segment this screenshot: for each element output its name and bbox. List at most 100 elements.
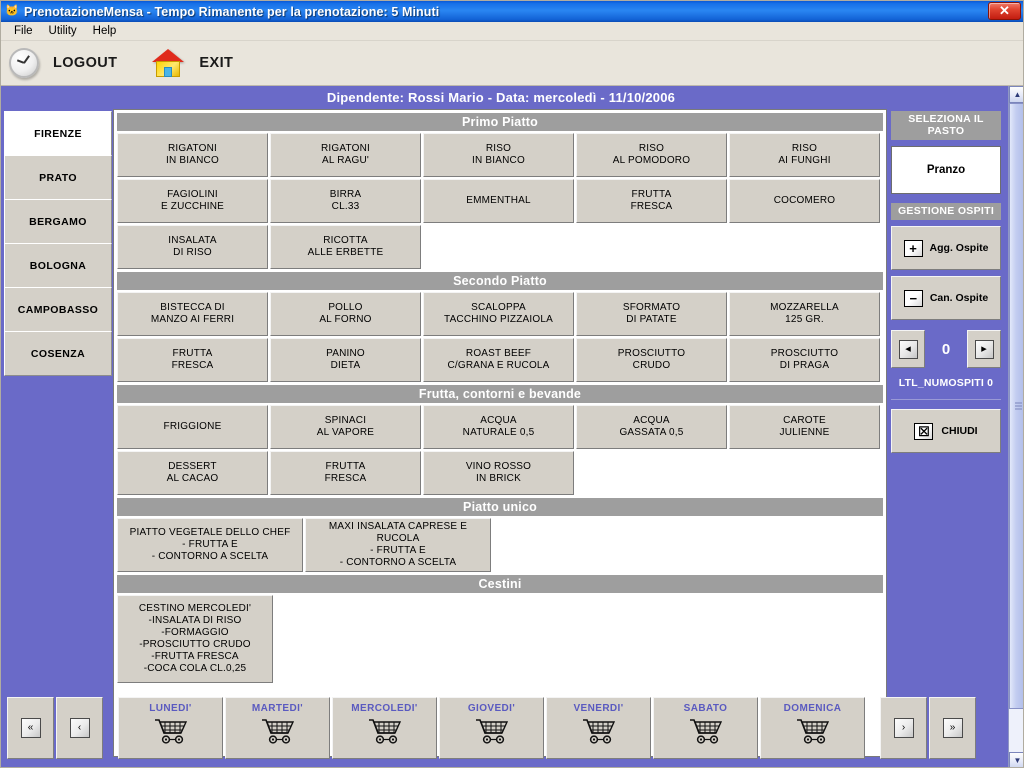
shopping-cart-icon bbox=[581, 717, 617, 745]
scroll-up-button[interactable]: ▲ bbox=[1009, 86, 1023, 103]
dish-button[interactable]: BISTECCA DI MANZO AI FERRI bbox=[117, 292, 268, 336]
main-stage: Dipendente: Rossi Mario - Data: mercoled… bbox=[1, 86, 1023, 767]
dish-button[interactable]: POLLO AL FORNO bbox=[270, 292, 421, 336]
scroll-down-button[interactable]: ▼ bbox=[1009, 752, 1023, 767]
prev-week-button-glyph: ‹ bbox=[69, 717, 90, 738]
dish-button[interactable]: PROSCIUTTO DI PRAGA bbox=[729, 338, 880, 382]
dish-text-line1: COCOMERO bbox=[773, 195, 836, 206]
add-guest-button[interactable]: + Agg. Ospite bbox=[891, 226, 1001, 270]
close-window-button[interactable]: ✕ bbox=[988, 2, 1021, 20]
employee-header: Dipendente: Rossi Mario - Data: mercoled… bbox=[326, 89, 676, 105]
dish-text-line1: RIGATONI bbox=[167, 143, 217, 154]
dish-button[interactable]: RISO IN BIANCO bbox=[423, 133, 574, 177]
first-week-button-glyph: « bbox=[20, 717, 41, 738]
dish-button[interactable]: MAXI INSALATA CAPRESE E RUCOLA - FRUTTA E… bbox=[305, 518, 491, 572]
vertical-scrollbar[interactable]: ▲ ▼ bbox=[1008, 86, 1023, 767]
first-week-button[interactable]: « bbox=[7, 696, 54, 759]
dish-button[interactable]: SPINACI AL VAPORE bbox=[270, 405, 421, 449]
clock-icon bbox=[9, 48, 39, 78]
dish-button[interactable]: FRUTTA FRESCA bbox=[270, 451, 421, 495]
menu-item-file[interactable]: File bbox=[7, 24, 42, 39]
dish-text-line1: ACQUA bbox=[480, 415, 517, 426]
dish-button[interactable]: FRIGGIONE bbox=[117, 405, 268, 449]
city-label: PRATO bbox=[39, 171, 77, 184]
dish-button[interactable]: CESTINO MERCOLEDI' -INSALATA DI RISO -FORM… bbox=[117, 595, 273, 683]
dish-button[interactable]: RICOTTA ALLE ERBETTE bbox=[270, 225, 421, 269]
dish-text-line2: IN BRICK bbox=[476, 473, 521, 484]
dish-text-line4: -PROSCIUTTO CRUDO bbox=[139, 639, 251, 650]
dish-button[interactable]: FRUTTA FRESCA bbox=[117, 338, 268, 382]
menu-item-utility[interactable]: Utility bbox=[42, 24, 86, 39]
shopping-cart-icon bbox=[688, 717, 724, 745]
city-button-firenze[interactable]: FIRENZE bbox=[4, 111, 112, 156]
dish-button[interactable]: VINO ROSSO IN BRICK bbox=[423, 451, 574, 495]
shopping-cart-icon bbox=[795, 717, 831, 745]
dish-text-line2: CRUDO bbox=[632, 360, 671, 371]
menu-item-help[interactable]: Help bbox=[86, 24, 126, 39]
day-button-giovedi[interactable]: GIOVEDI' bbox=[439, 696, 544, 759]
dish-button[interactable]: MOZZARELLA 125 GR. bbox=[729, 292, 880, 336]
day-label: DOMENICA bbox=[783, 702, 842, 714]
section-header: Primo Piatto bbox=[117, 113, 883, 131]
dish-text-line2: FRESCA bbox=[171, 360, 214, 371]
scrollbar-thumb[interactable] bbox=[1009, 103, 1023, 709]
exit-button[interactable]: EXIT bbox=[151, 48, 233, 78]
day-button-lunedi[interactable]: LUNEDI' bbox=[118, 696, 223, 759]
delete-guest-button[interactable]: − Can. Ospite bbox=[891, 276, 1001, 320]
day-button-mercoledi[interactable]: MERCOLEDI' bbox=[332, 696, 437, 759]
dish-button[interactable]: PROSCIUTTO CRUDO bbox=[576, 338, 727, 382]
logout-button[interactable]: LOGOUT bbox=[9, 48, 117, 78]
dish-button[interactable]: ACQUA GASSATA 0,5 bbox=[576, 405, 727, 449]
guest-next-button[interactable]: ▸ bbox=[967, 330, 1001, 368]
city-label: COSENZA bbox=[30, 347, 86, 360]
dish-button[interactable]: SCALOPPA TACCHINO PIZZAIOLA bbox=[423, 292, 574, 336]
day-button-domenica[interactable]: DOMENICA bbox=[760, 696, 865, 759]
city-button-bergamo[interactable]: BERGAMO bbox=[4, 199, 112, 244]
dish-button[interactable]: FRUTTA FRESCA bbox=[576, 179, 727, 223]
meal-value-display[interactable]: Pranzo bbox=[891, 146, 1001, 194]
dish-text-line1: FRUTTA bbox=[172, 348, 213, 359]
dish-button[interactable]: RISO AL POMODORO bbox=[576, 133, 727, 177]
city-button-campobasso[interactable]: CAMPOBASSO bbox=[4, 287, 112, 332]
city-button-cosenza[interactable]: COSENZA bbox=[4, 331, 112, 376]
prev-week-button[interactable]: ‹ bbox=[56, 696, 103, 759]
dish-button[interactable]: RIGATONI AL RAGU' bbox=[270, 133, 421, 177]
day-button-sabato[interactable]: SABATO bbox=[653, 696, 758, 759]
dish-button[interactable]: BIRRA CL.33 bbox=[270, 179, 421, 223]
dish-button[interactable]: RISO AI FUNGHI bbox=[729, 133, 880, 177]
city-label: BERGAMO bbox=[29, 215, 87, 228]
dish-button[interactable]: COCOMERO bbox=[729, 179, 880, 223]
dish-button[interactable]: EMMENTHAL bbox=[423, 179, 574, 223]
dish-text-line1: RISO bbox=[485, 143, 512, 154]
menu-panel: Primo Piatto RIGATONI IN BIANCO RIGATONI AL … bbox=[113, 109, 887, 757]
day-button-martedi[interactable]: MARTEDI' bbox=[225, 696, 330, 759]
menu-bar: File Utility Help bbox=[1, 22, 1023, 41]
scrollbar-track[interactable] bbox=[1009, 103, 1023, 752]
city-button-bologna[interactable]: BOLOGNA bbox=[4, 243, 112, 288]
dish-button[interactable]: PIATTO VEGETALE DELLO CHEF - FRUTTA E- CO… bbox=[117, 518, 303, 572]
dish-button[interactable]: SFORMATO DI PATATE bbox=[576, 292, 727, 336]
dish-button[interactable]: DESSERT AL CACAO bbox=[117, 451, 268, 495]
dish-button[interactable]: ROAST BEEF C/GRANA E RUCOLA bbox=[423, 338, 574, 382]
guests-header: GESTIONE OSPITI bbox=[891, 203, 1001, 220]
dish-text-line1: PROSCIUTTO bbox=[770, 348, 839, 359]
dish-text-line1: SPINACI bbox=[324, 415, 367, 426]
dish-button[interactable]: ACQUA NATURALE 0,5 bbox=[423, 405, 574, 449]
guest-prev-button[interactable]: ◂ bbox=[891, 330, 925, 368]
dish-button[interactable]: FAGIOLINI E ZUCCHINE bbox=[117, 179, 268, 223]
dish-button[interactable]: CAROTE JULIENNE bbox=[729, 405, 880, 449]
day-button-venerdi[interactable]: VENERDI' bbox=[546, 696, 651, 759]
next-week-button[interactable]: › bbox=[880, 696, 927, 759]
title-bar: 🐱 PrenotazioneMensa - Tempo Rimanente pe… bbox=[1, 1, 1023, 22]
dish-button[interactable]: INSALATA DI RISO bbox=[117, 225, 268, 269]
dish-button[interactable]: RIGATONI IN BIANCO bbox=[117, 133, 268, 177]
section-header: Cestini bbox=[117, 575, 883, 593]
last-week-button[interactable]: » bbox=[929, 696, 976, 759]
dish-text-line2: C/GRANA E RUCOLA bbox=[447, 360, 550, 371]
city-button-prato[interactable]: PRATO bbox=[4, 155, 112, 200]
dish-button[interactable]: PANINO DIETA bbox=[270, 338, 421, 382]
dish-text-line2: DI PATATE bbox=[626, 314, 677, 325]
right-control-panel: SELEZIONA IL PASTO Pranzo GESTIONE OSPIT… bbox=[891, 111, 1001, 453]
dish-text-line2: - FRUTTA E bbox=[182, 539, 238, 550]
chiudi-button[interactable]: ☒ CHIUDI bbox=[891, 409, 1001, 453]
